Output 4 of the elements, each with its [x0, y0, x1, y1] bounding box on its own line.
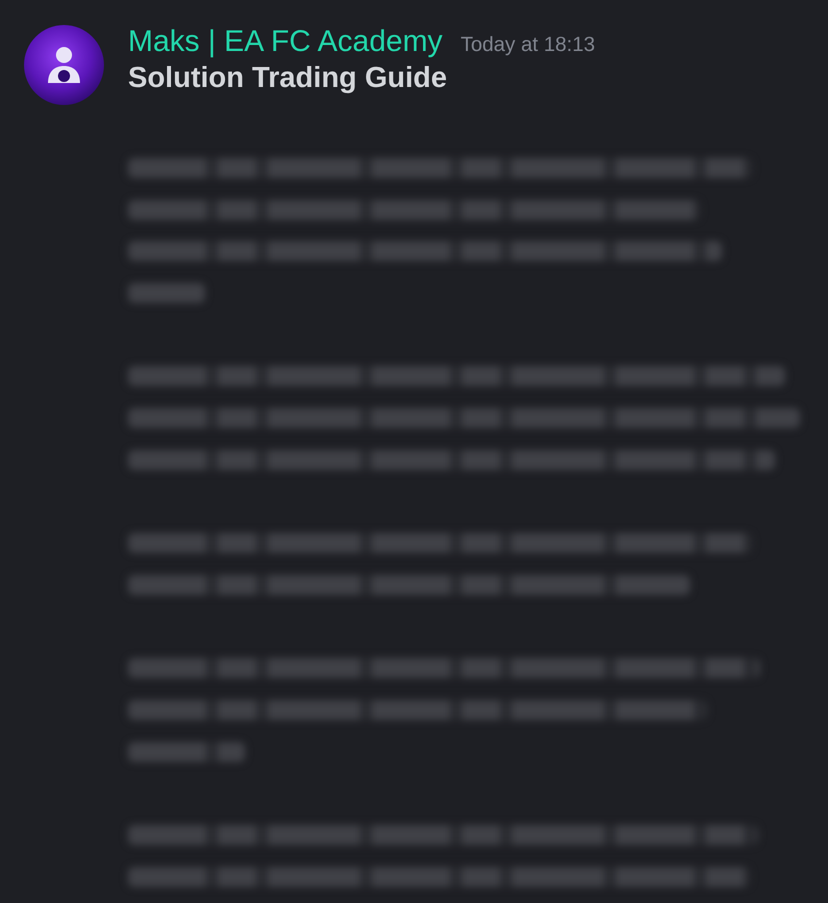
- message-timestamp: Today at 18:13: [460, 32, 596, 58]
- author-name[interactable]: Maks | EA FC Academy: [128, 25, 443, 59]
- message-title: Solution Trading Guide: [128, 61, 447, 96]
- avatar-icon[interactable]: [24, 25, 104, 105]
